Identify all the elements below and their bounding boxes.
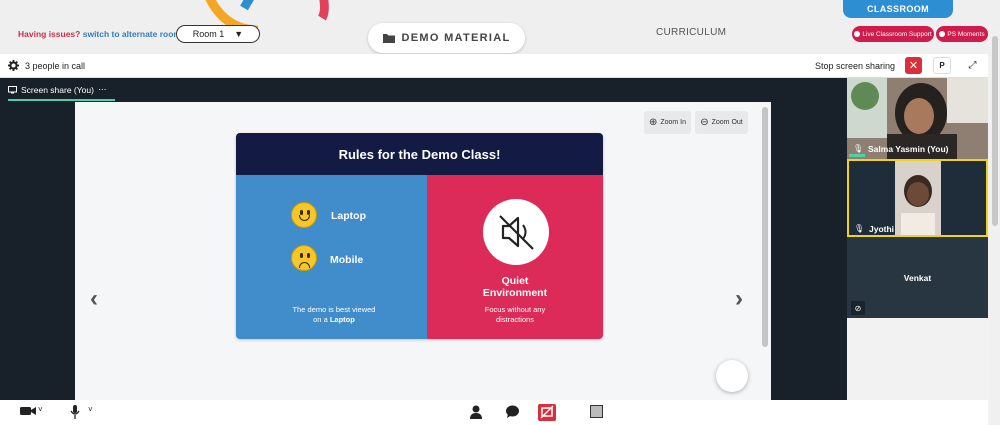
call-header: 3 people in call Stop screen sharing ✕ P…: [0, 54, 988, 78]
camera-options-chevron-icon[interactable]: ˅: [38, 405, 43, 414]
live-support-label: Live Classroom Support: [862, 30, 932, 38]
mic-off-icon: ⊘: [851, 301, 865, 315]
floating-action-button[interactable]: [716, 360, 748, 392]
room-select-value: Room 1: [192, 29, 225, 39]
screen-share-label: Screen share (You): [21, 84, 94, 95]
zoom-in-label: Zoom In: [660, 119, 687, 126]
chevron-right-icon: ›: [735, 285, 743, 312]
alternate-room-link[interactable]: switch to alternate room: [83, 29, 181, 39]
demo-material-button[interactable]: DEMO MATERIAL: [368, 23, 525, 53]
zoom-in-button[interactable]: ⊕ Zoom In: [644, 111, 691, 134]
more-options-icon[interactable]: ⋯: [98, 84, 107, 95]
laptop-note: The demo is best viewed on a Laptop: [236, 305, 432, 325]
participant-name: Salma Yasmin (You): [868, 144, 949, 154]
issues-message: Having issues? switch to alternate room: [18, 29, 181, 39]
participant-name: Venkat: [903, 273, 932, 283]
laptop-label: Laptop: [331, 210, 366, 222]
laptop-note-line1: The demo is best viewed: [292, 305, 376, 314]
mic-icon: 🎙: [854, 224, 865, 233]
quiet-desc-line2: distractions: [496, 315, 534, 324]
issues-text: Having issues?: [18, 29, 81, 39]
mic-icon: 🎙: [853, 144, 864, 153]
speaking-indicator: [849, 154, 865, 157]
live-support-button[interactable]: Live Classroom Support: [852, 26, 934, 42]
zoom-out-icon: ⊖: [700, 117, 709, 128]
caret-down-icon: ▼: [234, 29, 244, 39]
demo-material-label: DEMO MATERIAL: [401, 32, 511, 44]
frown-icon: [291, 245, 317, 271]
active-tab-indicator: [8, 99, 115, 101]
quiet-line2: Environment: [482, 287, 548, 299]
screen-icon: [8, 85, 17, 93]
meeting-area: Screen share (You) ⋯ ⊕ Zoom In ⊖ Zoom Ou…: [0, 78, 847, 400]
laptop-note-prefix: on a: [313, 315, 328, 324]
stop-sharing-close-button[interactable]: ✕: [905, 57, 922, 74]
support-icon: [854, 31, 861, 37]
screen-share-toggle-icon[interactable]: [538, 404, 556, 424]
ps-moments-label: PS Moments: [947, 30, 985, 38]
share-scrollbar[interactable]: [762, 107, 768, 347]
screen-share-tab[interactable]: Screen share (You) ⋯: [8, 84, 106, 95]
participant-tile-venkat[interactable]: Venkat ⊘: [847, 237, 988, 318]
quiet-desc-line1: Focus without any: [484, 305, 546, 314]
participants-icon[interactable]: [470, 405, 482, 422]
zoom-out-button[interactable]: ⊖ Zoom Out: [695, 111, 748, 134]
participant-tile-jyothi[interactable]: 🎙 Jyothi: [847, 159, 988, 237]
zoom-in-icon: ⊕: [648, 117, 658, 128]
quiet-line1: Quiet: [501, 275, 529, 287]
speaker-muted-icon: [483, 199, 549, 265]
next-slide-button[interactable]: ›: [735, 285, 743, 313]
classroom-tab[interactable]: CLASSROOM: [843, 0, 953, 18]
whiteboard-icon[interactable]: [590, 405, 603, 421]
close-icon: ✕: [908, 60, 919, 72]
shared-screen: ⊕ Zoom In ⊖ Zoom Out ‹ › Rules for the D…: [75, 102, 771, 400]
mic-toggle-icon[interactable]: [70, 405, 80, 422]
laptop-note-bold: Laptop: [329, 315, 355, 324]
mobile-label: Mobile: [330, 254, 364, 266]
device-panel: Laptop Mobile The demo is best viewed on…: [236, 175, 427, 339]
participant-name: Jyothi: [869, 224, 895, 234]
quiet-description: Focus without any distractions: [427, 305, 603, 325]
demo-rules-slide: Rules for the Demo Class! Laptop Mobile …: [236, 133, 603, 339]
mic-options-chevron-icon[interactable]: ˅: [88, 405, 93, 414]
fullscreen-icon[interactable]: ⤢: [964, 57, 981, 74]
participant-video: [895, 161, 941, 235]
p-button[interactable]: P: [933, 57, 951, 74]
top-bar: Having issues? switch to alternate room …: [0, 0, 1000, 54]
quiet-environment-heading: Quiet Environment: [427, 275, 603, 299]
curriculum-tab[interactable]: CURRICULUM: [656, 27, 726, 38]
chat-icon[interactable]: [506, 405, 519, 421]
page-scrollbar-thumb[interactable]: [992, 36, 998, 226]
prev-slide-button[interactable]: ‹: [90, 285, 98, 313]
chevron-left-icon: ‹: [90, 285, 98, 312]
bottom-toolbar: ˅ ˅: [0, 400, 988, 425]
camera-toggle-icon[interactable]: [20, 405, 36, 420]
slide-title: Rules for the Demo Class!: [236, 133, 603, 175]
ps-moments-button[interactable]: PS Moments: [936, 26, 988, 42]
people-count: 3 people in call: [25, 60, 86, 71]
folder-icon: [382, 34, 395, 43]
camera-icon: [939, 31, 946, 37]
gear-icon[interactable]: [8, 60, 19, 71]
stop-screen-sharing-label: Stop screen sharing: [815, 61, 896, 71]
zoom-out-label: Zoom Out: [711, 119, 743, 126]
room-select[interactable]: Room 1 ▼: [176, 25, 260, 43]
people-in-call: 3 people in call: [8, 60, 85, 71]
smiley-icon: [291, 202, 317, 228]
page-scrollbar[interactable]: [990, 30, 1000, 425]
participant-tile-self[interactable]: 🎙 Salma Yasmin (You): [847, 78, 988, 159]
quiet-panel: Quiet Environment Focus without any dist…: [427, 175, 603, 339]
